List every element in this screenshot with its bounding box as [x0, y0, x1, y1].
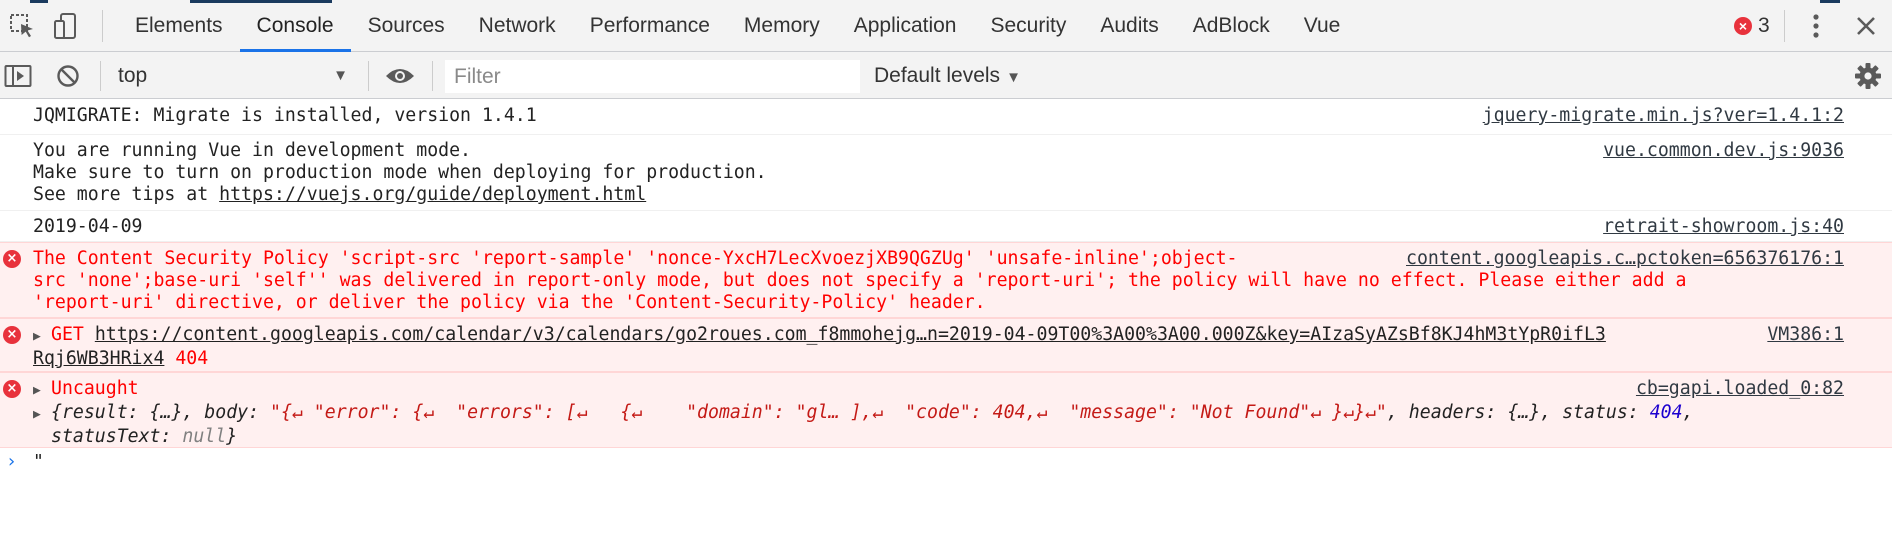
- more-menu-icon[interactable]: [1800, 10, 1832, 42]
- toolbar-divider: [368, 61, 369, 91]
- close-icon[interactable]: [1850, 10, 1882, 42]
- deployment-guide-link[interactable]: https://vuejs.org/guide/deployment.html: [219, 184, 646, 205]
- toolbar-divider: [432, 61, 433, 91]
- object-close-brace: }: [226, 426, 238, 447]
- tab-elements[interactable]: Elements: [118, 0, 240, 52]
- expand-triangle-icon[interactable]: ▶: [33, 380, 51, 402]
- dropdown-arrow-icon: ▼: [1006, 69, 1021, 86]
- request-url-link-cont[interactable]: Rqj6WB3HRix4: [33, 348, 164, 369]
- console-error-message: × VM386:1 ▶ GET https://content.googleapi…: [0, 318, 1892, 372]
- tab-network[interactable]: Network: [462, 0, 573, 52]
- prompt-input-text[interactable]: ": [33, 451, 44, 472]
- panel-tabs: Elements Console Sources Network Perform…: [118, 0, 1357, 52]
- error-icon: ×: [1734, 17, 1752, 35]
- object-status: 404: [1649, 402, 1683, 423]
- live-expression-eye-icon[interactable]: [384, 60, 416, 92]
- object-statustext-value: null: [182, 426, 227, 447]
- filter-input[interactable]: [445, 60, 860, 93]
- uncaught-line: ▶ Uncaught: [33, 378, 1892, 402]
- tab-console[interactable]: Console: [239, 0, 351, 52]
- console-message: retrait-showroom.js:40 2019-04-09: [0, 211, 1892, 242]
- error-icon: ×: [3, 380, 21, 398]
- toolbar-divider: [1784, 10, 1785, 42]
- dropdown-arrow-icon: ▼: [333, 67, 348, 84]
- inspect-element-icon[interactable]: [6, 10, 38, 42]
- object-body-string: "{↵ "error": {↵ "errors": [↵ {↵ "domain"…: [270, 402, 1387, 423]
- console-message: jquery-migrate.min.js?ver=1.4.1:2 JQMIGR…: [0, 100, 1892, 135]
- error-text-line: 'report-uri' directive, or deliver the p…: [33, 292, 986, 313]
- tab-adblock[interactable]: AdBlock: [1176, 0, 1287, 52]
- message-source-link[interactable]: retrait-showroom.js:40: [1603, 216, 1844, 238]
- message-text-line: Make sure to turn on production mode whe…: [33, 162, 767, 183]
- http-method: GET: [51, 324, 84, 345]
- error-count-badge[interactable]: × 3: [1734, 13, 1770, 39]
- object-tail: ,: [1682, 402, 1694, 423]
- toolbar-divider: [102, 10, 103, 42]
- device-toolbar-icon[interactable]: [50, 10, 82, 42]
- console-toolbar: top ▼ Default levels ▼: [0, 52, 1892, 99]
- message-source-link[interactable]: cb=gapi.loaded_0:82: [1627, 378, 1844, 400]
- http-status: 404: [175, 348, 209, 369]
- console-messages: jquery-migrate.min.js?ver=1.4.1:2 JQMIGR…: [0, 100, 1892, 478]
- show-sidebar-icon[interactable]: [2, 60, 34, 92]
- message-source-link[interactable]: content.googleapis.c…pctoken=656376176:1: [1398, 248, 1844, 270]
- console-prompt[interactable]: › ": [0, 448, 1892, 478]
- tab-application[interactable]: Application: [837, 0, 974, 52]
- execution-context-select[interactable]: top ▼: [106, 59, 358, 93]
- message-text-prefix: See more tips at: [33, 184, 220, 205]
- console-error-message: × content.googleapis.c…pctoken=656376176…: [0, 242, 1892, 318]
- request-line: ▶ GET https://content.googleapis.com/cale…: [33, 324, 1783, 348]
- uncaught-label: Uncaught: [51, 378, 139, 399]
- message-text-line: See more tips at https://vuejs.org/guide…: [33, 184, 1892, 206]
- error-object-preview[interactable]: ▶ {result: {…}, body: "{↵ "error": {↵ "er…: [33, 402, 1892, 426]
- devtools-tab-bar: Elements Console Sources Network Perform…: [0, 0, 1892, 52]
- error-icon: ×: [3, 326, 21, 344]
- expand-triangle-icon[interactable]: ▶: [33, 326, 51, 348]
- object-headers: , headers: {…}, status:: [1386, 402, 1650, 423]
- error-icon: ×: [3, 250, 21, 268]
- log-levels-label: Default levels: [874, 64, 1001, 87]
- tab-memory[interactable]: Memory: [727, 0, 837, 52]
- console-error-message: × cb=gapi.loaded_0:82 ▶ Uncaught ▶ {result…: [0, 372, 1892, 448]
- request-url-link[interactable]: https://content.googleapis.com/calendar/…: [95, 324, 1606, 345]
- error-object-preview-cont: statusText: null}: [33, 426, 1892, 448]
- tab-security[interactable]: Security: [973, 0, 1083, 52]
- tab-performance[interactable]: Performance: [573, 0, 727, 52]
- message-source-link[interactable]: VM386:1: [1759, 324, 1844, 346]
- error-count: 3: [1758, 14, 1770, 37]
- execution-context-value: top: [118, 64, 148, 87]
- toolbar-divider: [100, 61, 101, 91]
- tab-sources[interactable]: Sources: [351, 0, 462, 52]
- console-message: vue.common.dev.js:9036 You are running V…: [0, 135, 1892, 211]
- clear-console-icon[interactable]: [52, 60, 84, 92]
- message-source-link[interactable]: vue.common.dev.js:9036: [1603, 140, 1844, 162]
- tab-bar-edge: [1820, 0, 1840, 3]
- log-levels-dropdown[interactable]: Default levels ▼: [874, 59, 1021, 93]
- error-text-line: src 'none';base-uri 'self'' was delivere…: [33, 270, 1687, 291]
- message-source-link[interactable]: jquery-migrate.min.js?ver=1.4.1:2: [1483, 105, 1844, 127]
- object-statustext-key: statusText:: [51, 426, 183, 447]
- object-prefix: {result: {…}, body:: [51, 402, 270, 423]
- tab-bar-edge: [30, 0, 48, 3]
- request-line: Rqj6WB3HRix4 404: [33, 348, 1892, 370]
- tab-audits[interactable]: Audits: [1083, 0, 1175, 52]
- prompt-chevron-icon: ›: [6, 451, 17, 472]
- tab-vue[interactable]: Vue: [1287, 0, 1358, 52]
- error-text-line: The Content Security Policy 'script-src …: [33, 248, 1238, 269]
- expand-triangle-icon[interactable]: ▶: [33, 404, 51, 426]
- console-settings-gear-icon[interactable]: [1852, 60, 1884, 92]
